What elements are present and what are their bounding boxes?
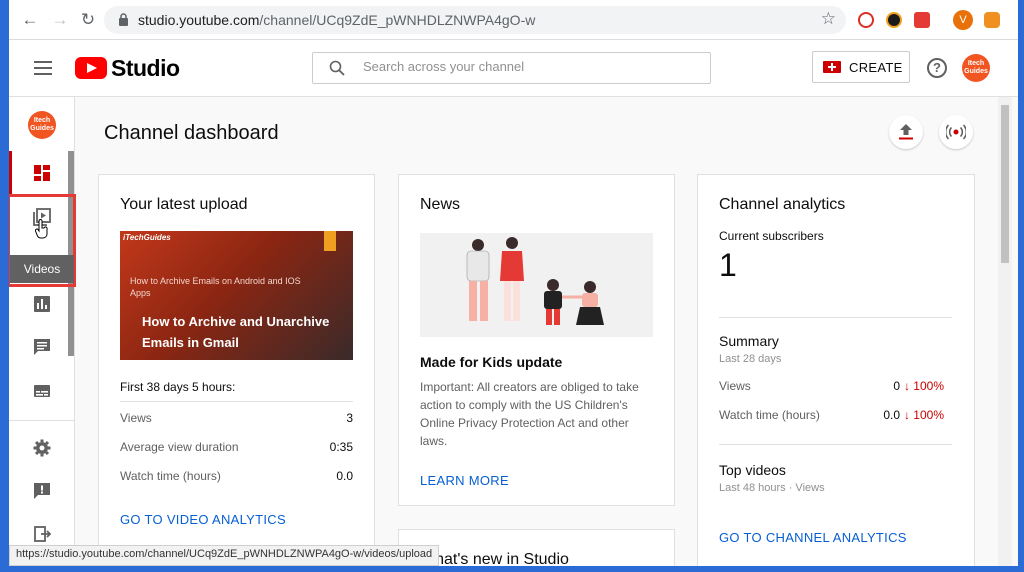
window-frame bbox=[0, 0, 1024, 572]
